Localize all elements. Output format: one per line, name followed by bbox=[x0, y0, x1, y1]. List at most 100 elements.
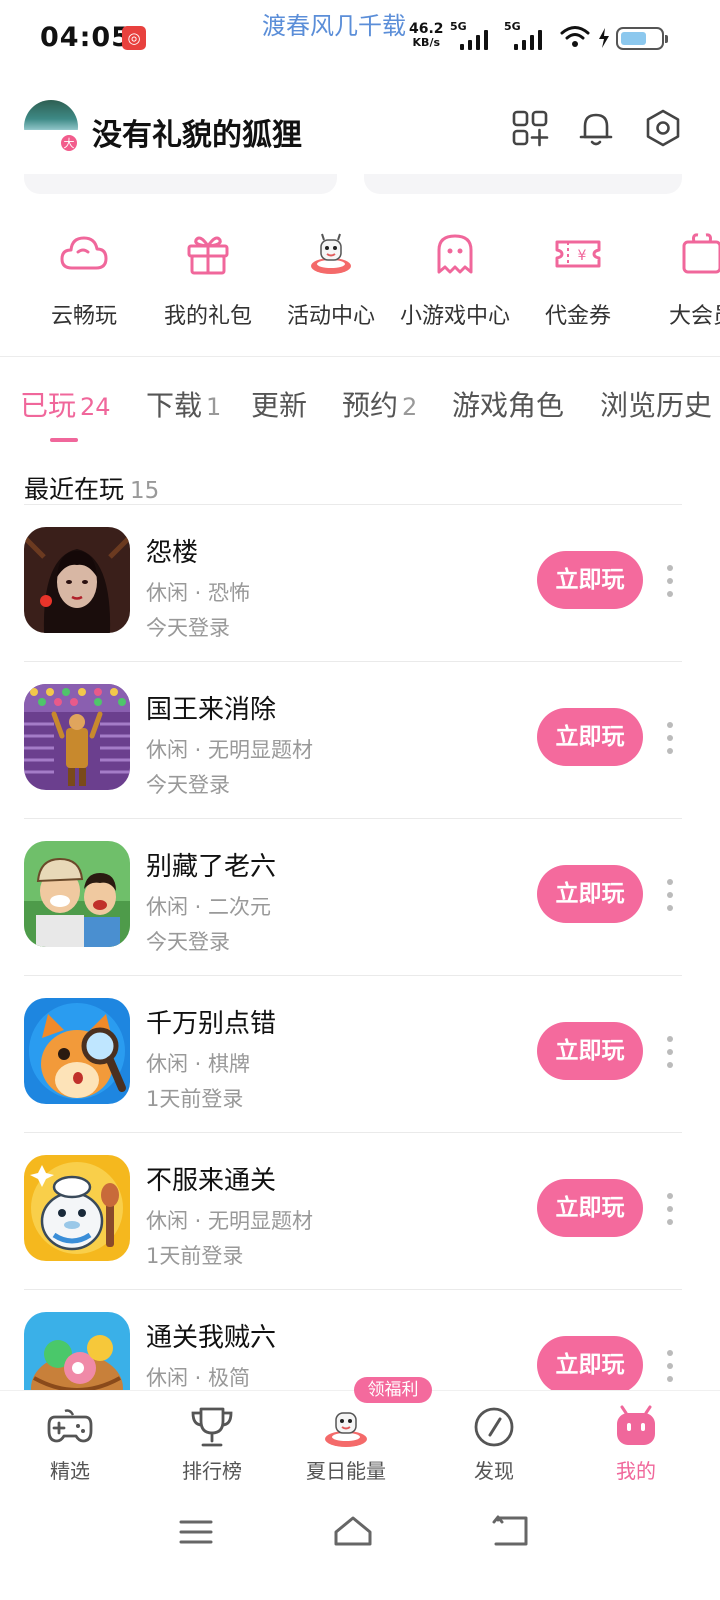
card-fragment-left bbox=[24, 174, 337, 194]
game-icon-dont-click-wrong[interactable] bbox=[24, 998, 130, 1104]
mascot-boat-icon bbox=[311, 233, 351, 274]
game-tags: 休闲 · 无明显题材 bbox=[146, 1209, 314, 1233]
game-icon-clear-laoliu[interactable] bbox=[24, 1312, 130, 1390]
quick-menu: 云畅玩 我的礼包 活动中心 小游戏中心 ¥ 代金券 大会 bbox=[0, 228, 720, 338]
last-login: 今天登录 bbox=[146, 616, 230, 640]
avatar-badge: 大 bbox=[60, 134, 78, 152]
compass-icon bbox=[474, 1407, 514, 1447]
game-icon-yuanlou[interactable] bbox=[24, 527, 130, 633]
quick-item-gifts[interactable]: 我的礼包 bbox=[146, 228, 270, 330]
settings-icon[interactable] bbox=[643, 108, 683, 148]
quick-item-mini-games[interactable]: 小游戏中心 bbox=[393, 228, 517, 330]
battery-level bbox=[621, 32, 646, 45]
status-time: 04:05 bbox=[40, 22, 131, 53]
play-now-button[interactable]: 立即玩 bbox=[537, 551, 643, 609]
list-item[interactable]: 千万别点错 休闲 · 棋牌 1天前登录 立即玩 bbox=[0, 976, 720, 1133]
tab-updates[interactable]: 更新 bbox=[251, 384, 307, 424]
game-name[interactable]: 怨楼 bbox=[146, 532, 198, 569]
last-login: 今天登录 bbox=[146, 773, 230, 797]
battery-icon bbox=[616, 27, 668, 50]
game-icon-king-match[interactable] bbox=[24, 684, 130, 790]
section-title: 最近在玩 15 bbox=[24, 475, 160, 504]
more-options-icon[interactable] bbox=[660, 1034, 680, 1070]
list-item[interactable]: 通关我贼六 休闲 · 极简 立即玩 bbox=[0, 1290, 720, 1390]
active-tab-indicator bbox=[50, 438, 78, 442]
netease-music-icon: ◎ bbox=[122, 26, 146, 50]
tab-played[interactable]: 已玩 24 bbox=[20, 384, 111, 424]
play-now-button[interactable]: 立即玩 bbox=[537, 1336, 643, 1390]
game-tags: 休闲 · 无明显题材 bbox=[146, 738, 314, 762]
game-name[interactable]: 国王来消除 bbox=[146, 689, 276, 726]
game-name[interactable]: 通关我贼六 bbox=[146, 1317, 276, 1354]
gift-icon bbox=[187, 236, 229, 275]
network-speed-unit: KB/s bbox=[412, 36, 441, 49]
card-fragment-right bbox=[364, 174, 682, 194]
nav-mine[interactable]: 我的 bbox=[576, 1405, 696, 1484]
promo-badge[interactable]: 领福利 bbox=[354, 1377, 432, 1403]
menu-icon[interactable] bbox=[171, 1512, 221, 1552]
game-icon-dare-to-clear[interactable] bbox=[24, 1155, 130, 1261]
play-now-button[interactable]: 立即玩 bbox=[537, 1179, 643, 1237]
list-item[interactable]: 不服来通关 休闲 · 无明显题材 1天前登录 立即玩 bbox=[0, 1133, 720, 1290]
play-now-button[interactable]: 立即玩 bbox=[537, 865, 643, 923]
cloud-icon bbox=[60, 236, 108, 270]
charging-icon bbox=[599, 28, 609, 48]
bottom-nav: 精选 排行榜 夏日能量 发现 我的 领福利 bbox=[0, 1377, 720, 1486]
tab-downloads[interactable]: 下载 1 bbox=[146, 384, 221, 424]
profile-header: 大 没有礼貌的狐狸 bbox=[0, 96, 720, 162]
gamepad-icon bbox=[47, 1409, 93, 1443]
recent-games-list: 怨楼 休闲 · 恐怖 今天登录 立即玩 国王来消除 休闲 · 无明显题材 今天登… bbox=[0, 505, 720, 1390]
vip-icon bbox=[682, 233, 720, 274]
network-speed: 46.2 KB/s bbox=[409, 22, 444, 50]
game-tags: 休闲 · 极简 bbox=[146, 1366, 251, 1390]
ghost-icon bbox=[437, 234, 473, 274]
play-now-button[interactable]: 立即玩 bbox=[537, 708, 643, 766]
quick-item-cloud-play[interactable]: 云畅玩 bbox=[22, 228, 146, 330]
more-options-icon[interactable] bbox=[660, 563, 680, 599]
nav-featured[interactable]: 精选 bbox=[10, 1405, 130, 1484]
list-item[interactable]: 别藏了老六 休闲 · 二次元 今天登录 立即玩 bbox=[0, 819, 720, 976]
more-options-icon[interactable] bbox=[660, 720, 680, 756]
tab-browse-history[interactable]: 浏览历史 bbox=[600, 384, 712, 424]
list-item[interactable]: 怨楼 休闲 · 恐怖 今天登录 立即玩 bbox=[0, 505, 720, 662]
quick-item-vip[interactable]: 大会员 bbox=[640, 228, 720, 330]
more-options-icon[interactable] bbox=[660, 877, 680, 913]
nav-ranking[interactable]: 排行榜 bbox=[152, 1405, 272, 1484]
trophy-icon bbox=[191, 1407, 233, 1447]
game-tags: 休闲 · 二次元 bbox=[146, 895, 272, 919]
back-icon[interactable] bbox=[486, 1512, 536, 1552]
game-name[interactable]: 千万别点错 bbox=[146, 1003, 276, 1040]
wifi-icon bbox=[560, 26, 590, 47]
svg-text:¥: ¥ bbox=[578, 248, 587, 264]
network-speed-value: 46.2 bbox=[409, 21, 444, 37]
library-tabs: 已玩 24 下载 1 更新 预约 2 游戏角色 浏览历史 bbox=[0, 384, 720, 444]
summer-mascot-icon bbox=[325, 1412, 367, 1447]
game-icon-hide-laoliu[interactable] bbox=[24, 841, 130, 947]
last-login: 今天登录 bbox=[146, 930, 230, 954]
last-login: 1天前登录 bbox=[146, 1087, 244, 1111]
system-navigation-bar bbox=[0, 1490, 720, 1600]
game-tags: 休闲 · 棋牌 bbox=[146, 1052, 251, 1076]
bell-icon[interactable] bbox=[576, 108, 616, 148]
now-playing-song: 渡春风几千载 bbox=[262, 12, 406, 40]
tab-game-roles[interactable]: 游戏角色 bbox=[452, 384, 564, 424]
game-name[interactable]: 别藏了老六 bbox=[146, 846, 276, 883]
last-login: 1天前登录 bbox=[146, 1244, 244, 1268]
quick-item-vouchers[interactable]: ¥ 代金券 bbox=[516, 228, 640, 330]
quick-item-events[interactable]: 活动中心 bbox=[269, 228, 393, 330]
divider bbox=[0, 356, 720, 357]
nav-summer-energy[interactable]: 夏日能量 bbox=[286, 1405, 406, 1484]
play-now-button[interactable]: 立即玩 bbox=[537, 1022, 643, 1080]
status-bar: 04:05 ◎ 渡春风几千载 46.2 KB/s 5G 5G bbox=[0, 0, 720, 78]
username[interactable]: 没有礼貌的狐狸 bbox=[92, 110, 302, 154]
game-tags: 休闲 · 恐怖 bbox=[146, 581, 251, 605]
home-icon[interactable] bbox=[328, 1512, 378, 1552]
more-options-icon[interactable] bbox=[660, 1348, 680, 1384]
game-name[interactable]: 不服来通关 bbox=[146, 1160, 276, 1197]
app-grid-add-icon[interactable] bbox=[510, 108, 550, 148]
more-options-icon[interactable] bbox=[660, 1191, 680, 1227]
tab-reservations[interactable]: 预约 2 bbox=[342, 384, 417, 424]
list-item[interactable]: 国王来消除 休闲 · 无明显题材 今天登录 立即玩 bbox=[0, 662, 720, 819]
nav-discover[interactable]: 发现 bbox=[434, 1405, 554, 1484]
voucher-icon: ¥ bbox=[555, 240, 601, 268]
